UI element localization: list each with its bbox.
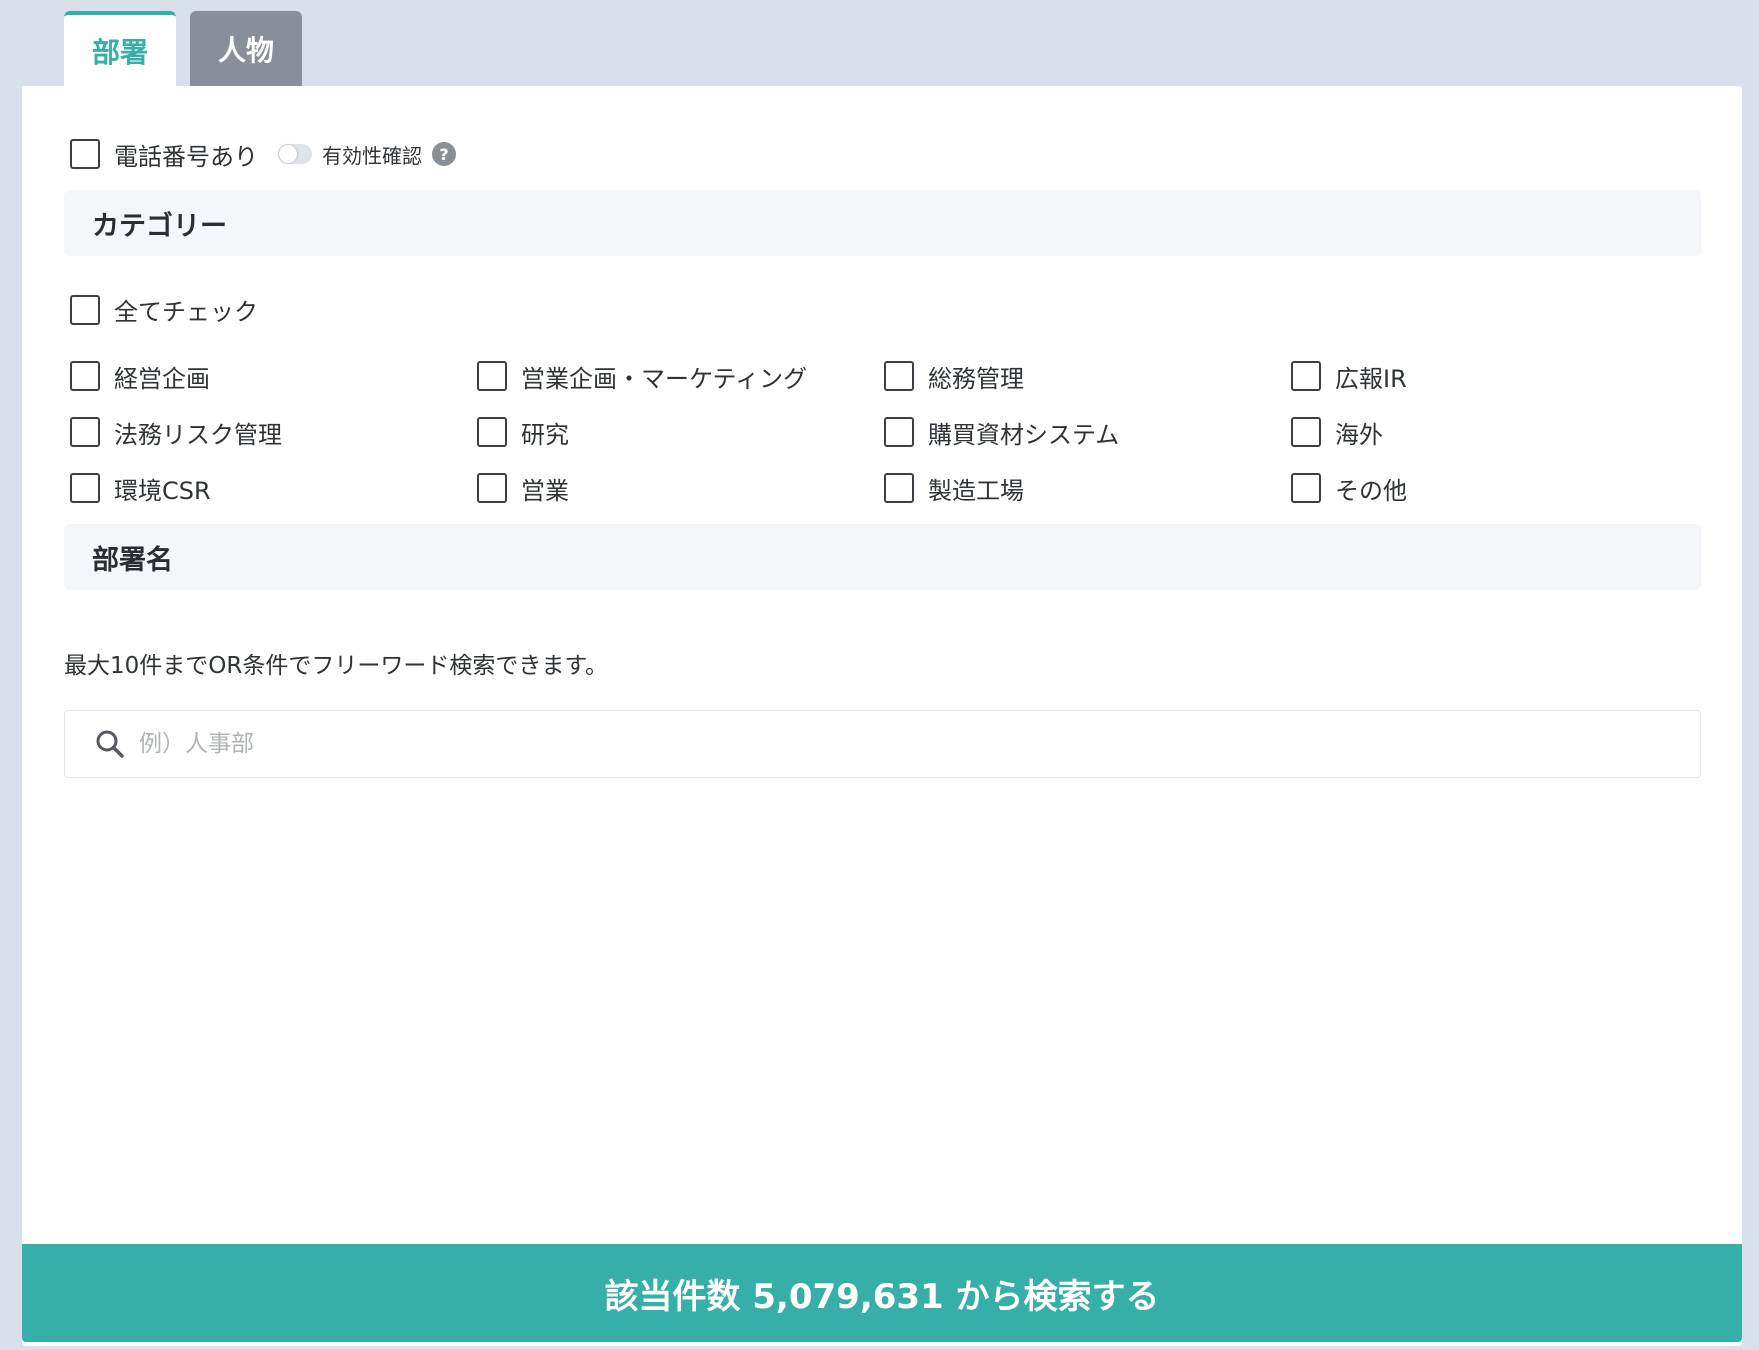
category-checkbox[interactable] [1291, 473, 1321, 503]
category-checkbox[interactable] [477, 361, 507, 391]
category-item[interactable]: 営業 [477, 460, 884, 516]
category-title: カテゴリー [92, 210, 227, 242]
tab-department[interactable]: 部署 [64, 11, 176, 86]
category-label: 経営企画 [114, 364, 210, 393]
category-section-header: カテゴリー [64, 190, 1701, 256]
check-all-checkbox[interactable] [70, 294, 100, 325]
category-item[interactable]: 環境CSR [70, 460, 477, 516]
category-item[interactable]: 営業企画・マーケティング [477, 348, 884, 404]
category-checkbox[interactable] [884, 417, 914, 447]
category-label: 研究 [521, 420, 569, 449]
validity-toggle[interactable] [278, 144, 312, 164]
category-checkbox[interactable] [884, 473, 914, 503]
category-item[interactable]: その他 [1291, 460, 1698, 516]
category-label: 広報IR [1335, 364, 1407, 393]
category-item[interactable]: 経営企画 [70, 348, 477, 404]
category-item[interactable]: 法務リスク管理 [70, 404, 477, 460]
phone-filter-label: 電話番号あり [114, 142, 258, 171]
category-label: 製造工場 [928, 476, 1024, 505]
category-item[interactable]: 広報IR [1291, 348, 1698, 404]
phone-filter-checkbox[interactable] [70, 139, 100, 169]
help-icon[interactable]: ? [432, 142, 456, 166]
category-item[interactable]: 海外 [1291, 404, 1698, 460]
category-checkbox[interactable] [70, 361, 100, 391]
category-checkbox[interactable] [70, 473, 100, 503]
category-item[interactable]: 製造工場 [884, 460, 1291, 516]
search-button[interactable]: 該当件数 5,079,631 から検索する [22, 1244, 1742, 1342]
category-item[interactable]: 総務管理 [884, 348, 1291, 404]
search-icon [95, 729, 125, 759]
category-label: 海外 [1335, 420, 1383, 449]
category-item[interactable]: 研究 [477, 404, 884, 460]
department-title: 部署名 [92, 544, 173, 576]
category-checkbox[interactable] [70, 417, 100, 447]
department-search-box[interactable] [64, 710, 1701, 778]
department-search-input[interactable] [139, 731, 1639, 757]
category-checkbox[interactable] [1291, 361, 1321, 391]
category-label: 営業企画・マーケティング [521, 364, 808, 393]
category-checkbox[interactable] [1291, 417, 1321, 447]
category-item[interactable]: 購買資材システム [884, 404, 1291, 460]
check-all-row[interactable]: 全てチェック [70, 292, 258, 327]
category-checkbox[interactable] [477, 417, 507, 447]
category-grid: 経営企画 営業企画・マーケティング 総務管理 広報IR 法務リスク管理 研究 購… [70, 348, 1698, 516]
category-checkbox[interactable] [884, 361, 914, 391]
category-label: 法務リスク管理 [114, 420, 282, 449]
top-options: 電話番号あり 有効性確認 ? [70, 134, 456, 174]
category-checkbox[interactable] [477, 473, 507, 503]
search-hint: 最大10件までOR条件でフリーワード検索できます。 [64, 653, 609, 679]
search-panel: 電話番号あり 有効性確認 ? カテゴリー 全てチェック 経営企画 営業企画・マー… [22, 86, 1742, 1346]
phone-filter-checkbox-row[interactable]: 電話番号あり [70, 137, 258, 172]
category-label: 総務管理 [928, 364, 1024, 393]
category-label: 営業 [521, 476, 569, 505]
department-section-header: 部署名 [64, 524, 1701, 590]
validity-toggle-label: 有効性確認 [322, 143, 422, 168]
tab-bar: 部署 人物 [64, 11, 302, 86]
app-frame: 部署 人物 電話番号あり 有効性確認 ? カテゴリー 全てチェック 経営企画 営… [0, 0, 1759, 1350]
category-label: その他 [1335, 476, 1407, 505]
category-label: 環境CSR [114, 476, 211, 505]
check-all-label: 全てチェック [114, 298, 258, 326]
tab-person[interactable]: 人物 [190, 11, 302, 86]
category-label: 購買資材システム [928, 420, 1120, 449]
